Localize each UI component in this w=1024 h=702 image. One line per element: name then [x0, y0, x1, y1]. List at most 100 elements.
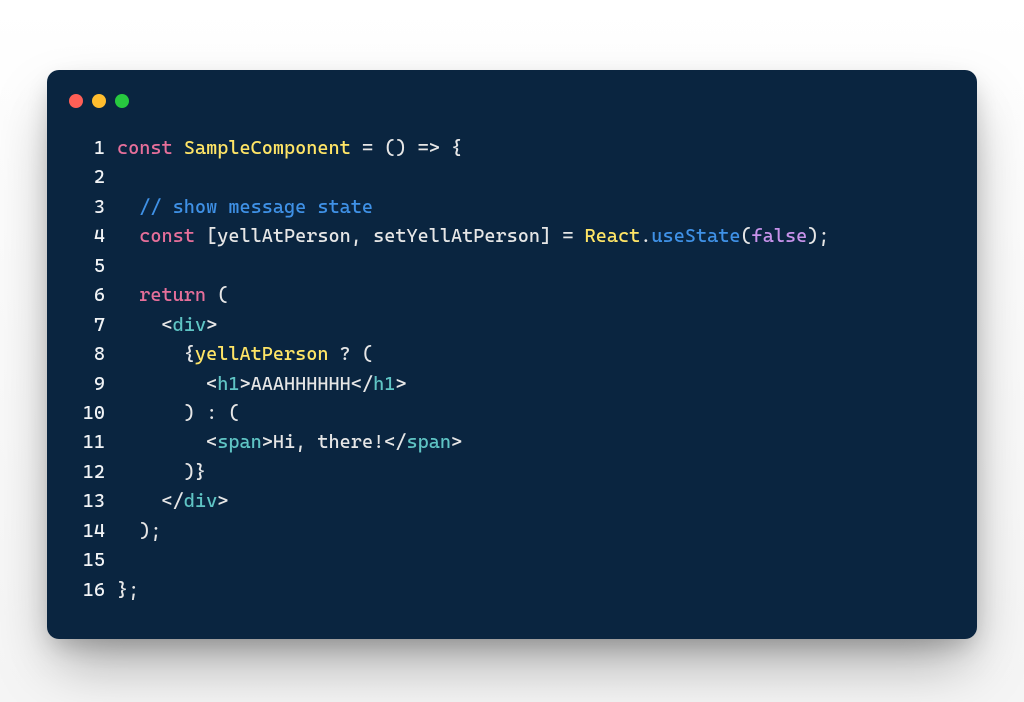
code-line: 5: [75, 252, 949, 281]
code-token: false: [752, 225, 808, 247]
line-number: 6: [75, 281, 117, 310]
line-number: 9: [75, 370, 117, 399]
code-token: const: [139, 225, 195, 247]
line-number: 4: [75, 222, 117, 251]
code-token: h1: [373, 373, 395, 395]
code-token: );: [117, 520, 162, 542]
code-line: 1const SampleComponent = () => {: [75, 134, 949, 163]
code-line: 2: [75, 163, 949, 192]
line-number: 2: [75, 163, 117, 192]
code-line: 6 return (: [75, 281, 949, 310]
code-token: ? (: [329, 343, 374, 365]
line-content: {yellAtPerson ? (: [117, 340, 373, 369]
line-number: 12: [75, 458, 117, 487]
line-number: 5: [75, 252, 117, 281]
code-token: >: [217, 490, 228, 512]
code-token: [351, 137, 362, 159]
code-token: Hi, there!: [273, 431, 384, 453]
code-line: 11 <span>Hi, there!</span>: [75, 428, 949, 457]
code-token: >: [239, 373, 250, 395]
code-token: >: [206, 314, 217, 336]
code-token: // show message state: [139, 196, 373, 218]
code-token: {: [117, 343, 195, 365]
code-line: 9 <h1>AAAHHHHHH</h1>: [75, 370, 949, 399]
code-token: ): [395, 137, 417, 159]
line-number: 16: [75, 576, 117, 605]
line-number: 8: [75, 340, 117, 369]
line-content: const [yellAtPerson, setYellAtPerson] = …: [117, 222, 830, 251]
code-token: return: [139, 284, 206, 306]
code-token: useState: [651, 225, 740, 247]
line-content: <h1>AAAHHHHHH</h1>: [117, 370, 406, 399]
code-token: };: [117, 579, 139, 601]
code-token: >: [395, 373, 406, 395]
code-token: (: [373, 137, 395, 159]
line-number: 13: [75, 487, 117, 516]
code-token: <: [117, 431, 217, 453]
window-titlebar: [47, 94, 977, 134]
code-token: yellAtPerson: [217, 225, 351, 247]
code-token: div: [173, 314, 206, 336]
code-token: >: [262, 431, 273, 453]
code-line: 16};: [75, 576, 949, 605]
code-token: </: [351, 373, 373, 395]
code-token: [573, 225, 584, 247]
maximize-icon[interactable]: [115, 94, 129, 108]
line-content: )}: [117, 458, 206, 487]
line-content: [117, 546, 128, 575]
code-token: SampleComponent: [184, 137, 351, 159]
code-token: span: [406, 431, 451, 453]
line-content: );: [117, 517, 162, 546]
code-token: >: [451, 431, 462, 453]
code-token: =: [362, 137, 373, 159]
line-number: 7: [75, 311, 117, 340]
code-token: ) : (: [117, 402, 239, 424]
line-content: [117, 163, 128, 192]
line-number: 3: [75, 193, 117, 222]
line-content: [117, 252, 128, 281]
code-token: [: [195, 225, 217, 247]
code-token: div: [184, 490, 217, 512]
code-line: 7 <div>: [75, 311, 949, 340]
code-line: 15: [75, 546, 949, 575]
code-token: setYellAtPerson: [373, 225, 540, 247]
code-token: </: [117, 490, 184, 512]
code-token: [117, 196, 139, 218]
code-editor: 1const SampleComponent = () => {2 3 // s…: [47, 134, 977, 605]
code-token: (: [206, 284, 228, 306]
line-number: 1: [75, 134, 117, 163]
code-line: 14 );: [75, 517, 949, 546]
line-content: <div>: [117, 311, 217, 340]
code-line: 3 // show message state: [75, 193, 949, 222]
code-token: yellAtPerson: [195, 343, 329, 365]
code-token: h1: [217, 373, 239, 395]
code-token: </: [384, 431, 406, 453]
line-number: 10: [75, 399, 117, 428]
line-number: 15: [75, 546, 117, 575]
minimize-icon[interactable]: [92, 94, 106, 108]
line-content: // show message state: [117, 193, 373, 222]
code-token: <: [117, 314, 173, 336]
line-content: ) : (: [117, 399, 239, 428]
code-token: span: [217, 431, 262, 453]
line-number: 14: [75, 517, 117, 546]
line-content: const SampleComponent = () => {: [117, 134, 462, 163]
code-line: 12 )}: [75, 458, 949, 487]
line-content: <span>Hi, there!</span>: [117, 428, 462, 457]
code-line: 8 {yellAtPerson ? (: [75, 340, 949, 369]
code-token: .: [640, 225, 651, 247]
line-content: </div>: [117, 487, 228, 516]
code-token: )}: [117, 461, 206, 483]
code-token: <: [117, 373, 217, 395]
code-token: [173, 137, 184, 159]
code-token: (: [740, 225, 751, 247]
code-token: const: [117, 137, 173, 159]
code-window: 1const SampleComponent = () => {2 3 // s…: [47, 70, 977, 639]
code-token: ]: [540, 225, 562, 247]
code-token: AAAHHHHHH: [251, 373, 351, 395]
code-token: {: [440, 137, 462, 159]
close-icon[interactable]: [69, 94, 83, 108]
line-content: };: [117, 576, 139, 605]
code-token: React: [585, 225, 641, 247]
code-token: [117, 284, 139, 306]
